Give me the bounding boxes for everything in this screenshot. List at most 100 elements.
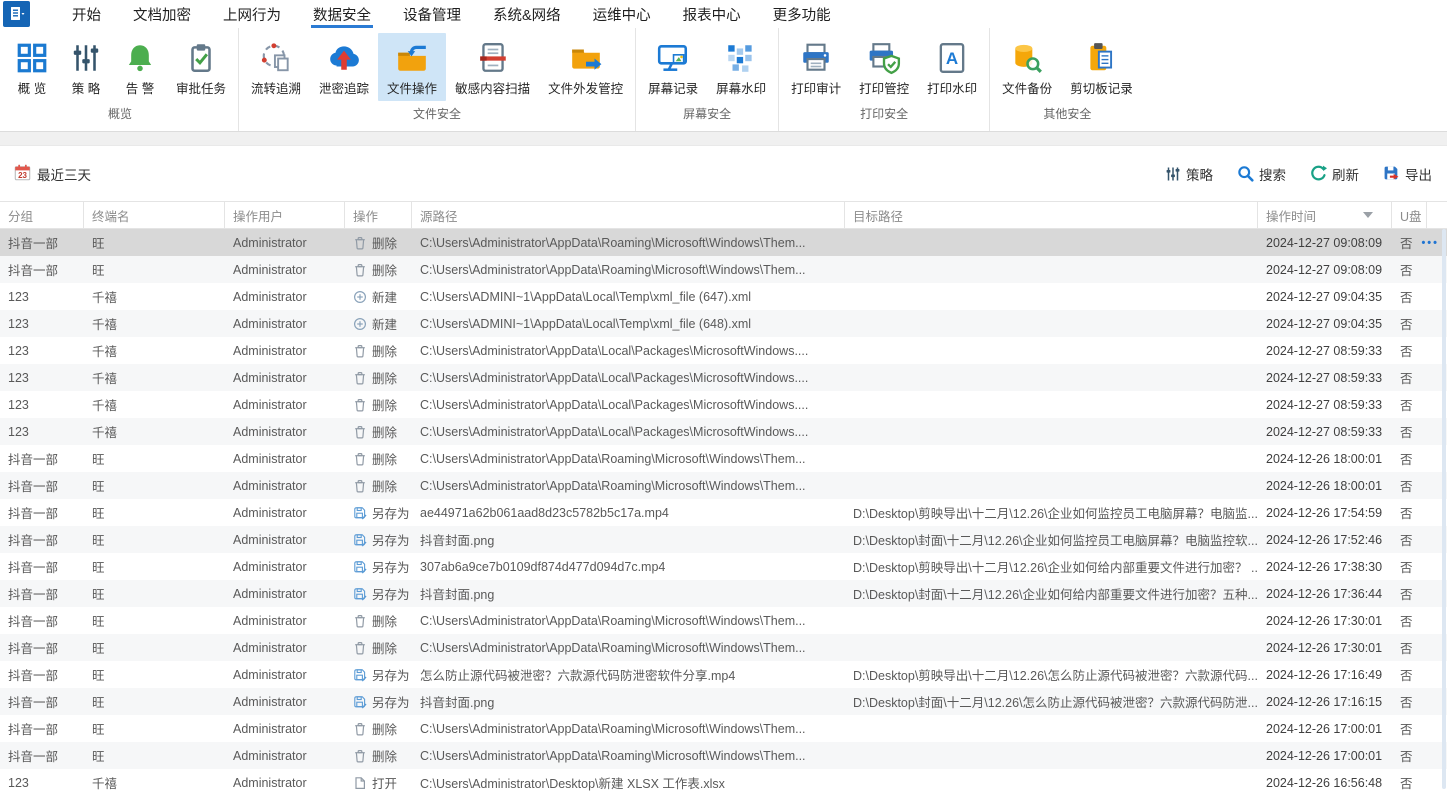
table-row[interactable]: 123千禧Administrator删除C:\Users\Administrat…: [0, 418, 1447, 445]
column-header-label: 终端名: [92, 206, 130, 225]
column-header-time[interactable]: 操作时间: [1258, 202, 1392, 228]
trash-icon: [353, 749, 367, 763]
column-header-group[interactable]: 分组: [0, 202, 84, 228]
menu-tab-9[interactable]: 更多功能: [757, 0, 847, 28]
operation-label: 另存为: [372, 503, 410, 522]
cell-src: C:\Users\ADMINI~1\AppData\Local\Temp\xml…: [412, 290, 845, 304]
table-row[interactable]: 抖音一部旺Administrator删除C:\Users\Administrat…: [0, 445, 1447, 472]
cell-group: 抖音一部: [0, 719, 84, 738]
cell-group: 123: [0, 344, 84, 358]
cell-group: 抖音一部: [0, 449, 84, 468]
refresh-action-button[interactable]: 刷新: [1310, 164, 1359, 184]
cell-user: Administrator: [225, 560, 345, 574]
cell-terminal: 旺: [84, 719, 225, 738]
ribbon-button-file-outgoing[interactable]: 文件外发管控: [539, 33, 632, 101]
ribbon-button-policy-sliders[interactable]: 策 略: [59, 33, 113, 101]
sort-desc-caret-icon: [1363, 212, 1373, 218]
cell-usb: 否: [1392, 611, 1427, 630]
column-header-dst[interactable]: 目标路径: [845, 202, 1258, 228]
ribbon-group-label: 文件安全: [242, 102, 632, 131]
table-row[interactable]: 抖音一部旺Administrator另存为怎么防止源代码被泄密？六款源代码防泄密…: [0, 661, 1447, 688]
table-row[interactable]: 抖音一部旺Administrator删除C:\Users\Administrat…: [0, 472, 1447, 499]
menu-tab-5[interactable]: 设备管理: [387, 0, 477, 28]
ribbon-button-print-audit[interactable]: 打印审计: [782, 33, 850, 101]
print-control-icon: [867, 40, 901, 76]
app-logo-icon[interactable]: [3, 1, 30, 27]
vertical-scrollbar[interactable]: [1442, 229, 1446, 789]
ribbon-button-clipboard-record[interactable]: 剪切板记录: [1061, 33, 1142, 101]
cell-terminal: 旺: [84, 611, 225, 630]
menu-tab-3[interactable]: 上网行为: [207, 0, 297, 28]
ribbon-button-overview-grid[interactable]: 概 览: [5, 33, 59, 101]
ribbon-group-buttons: 屏幕记录屏幕水印: [639, 28, 775, 102]
ribbon-button-leak-cloud[interactable]: 泄密追踪: [310, 33, 378, 101]
menu-tab-1[interactable]: 开始: [56, 0, 117, 28]
print-watermark-icon: A: [935, 40, 969, 76]
table-row[interactable]: 123千禧Administrator删除C:\Users\Administrat…: [0, 391, 1447, 418]
table-row[interactable]: 抖音一部旺Administrator另存为抖音封面.pngD:\Desktop\…: [0, 580, 1447, 607]
cell-terminal: 千禧: [84, 314, 225, 333]
cell-group: 123: [0, 776, 84, 790]
menu-tab-2[interactable]: 文档加密: [117, 0, 207, 28]
menu-tab-6[interactable]: 系统&网络: [477, 0, 577, 28]
column-header-op[interactable]: 操作: [345, 202, 412, 228]
column-header-label: 操作用户: [233, 206, 283, 225]
ribbon-button-content-scan[interactable]: 敏感内容扫描: [446, 33, 539, 101]
operation-label: 删除: [372, 638, 397, 657]
table-row[interactable]: 抖音一部旺Administrator另存为抖音封面.pngD:\Desktop\…: [0, 688, 1447, 715]
column-header-src[interactable]: 源路径: [412, 202, 845, 228]
table-row[interactable]: 抖音一部旺Administrator删除C:\Users\Administrat…: [0, 256, 1447, 283]
ribbon-button-file-backup[interactable]: 文件备份: [993, 33, 1061, 101]
table-row[interactable]: 123千禧Administrator打开C:\Users\Administrat…: [0, 769, 1447, 793]
cell-terminal: 千禧: [84, 341, 225, 360]
cell-src: 抖音封面.png: [412, 692, 845, 711]
ribbon-button-screen-watermark[interactable]: 屏幕水印: [707, 33, 775, 101]
menu-tab-7[interactable]: 运维中心: [577, 0, 667, 28]
table-row[interactable]: 123千禧Administrator新建C:\Users\ADMINI~1\Ap…: [0, 310, 1447, 337]
table-row[interactable]: 抖音一部旺Administrator删除C:\Users\Administrat…: [0, 229, 1447, 256]
ribbon-content-divider: [0, 132, 1447, 146]
table-row[interactable]: 123千禧Administrator新建C:\Users\ADMINI~1\Ap…: [0, 283, 1447, 310]
operation-label: 删除: [372, 395, 397, 414]
ribbon-button-approval-clipboard[interactable]: 审批任务: [167, 33, 235, 101]
export-action-button[interactable]: 导出: [1383, 164, 1432, 184]
cell-group: 123: [0, 290, 84, 304]
operation-label: 删除: [372, 476, 397, 495]
cell-usb: 否: [1392, 368, 1427, 387]
ribbon-button-print-control[interactable]: 打印管控: [850, 33, 918, 101]
table-row[interactable]: 抖音一部旺Administrator另存为抖音封面.pngD:\Desktop\…: [0, 526, 1447, 553]
column-header-terminal[interactable]: 终端名: [84, 202, 225, 228]
table-row[interactable]: 抖音一部旺Administrator另存为307ab6a9ce7b0109df8…: [0, 553, 1447, 580]
date-range-filter[interactable]: 23 最近三天: [14, 164, 91, 184]
column-header-usb[interactable]: U盘: [1392, 202, 1427, 228]
table-row[interactable]: 抖音一部旺Administrator删除C:\Users\Administrat…: [0, 742, 1447, 769]
column-header-user[interactable]: 操作用户: [225, 202, 345, 228]
table-row[interactable]: 抖音一部旺Administrator删除C:\Users\Administrat…: [0, 607, 1447, 634]
cell-group: 抖音一部: [0, 503, 84, 522]
ribbon-button-print-watermark[interactable]: A打印水印: [918, 33, 986, 101]
operation-label: 删除: [372, 719, 397, 738]
save-as-icon: [353, 668, 367, 682]
cell-user: Administrator: [225, 425, 345, 439]
row-more-actions-button[interactable]: •••: [1421, 229, 1439, 256]
operation-label: 另存为: [372, 692, 410, 711]
operation-label: 另存为: [372, 665, 410, 684]
table-row[interactable]: 抖音一部旺Administrator删除C:\Users\Administrat…: [0, 715, 1447, 742]
cell-time: 2024-12-26 17:00:01: [1258, 749, 1392, 763]
ribbon-button-file-ops-folder[interactable]: 文件操作: [378, 33, 446, 101]
ribbon-button-alert-bell[interactable]: 告 警: [113, 33, 167, 101]
trash-icon: [353, 236, 367, 250]
ribbon-button-trace-cycle[interactable]: 流转追溯: [242, 33, 310, 101]
table-row[interactable]: 123千禧Administrator删除C:\Users\Administrat…: [0, 364, 1447, 391]
ribbon-button-screen-record[interactable]: 屏幕记录: [639, 33, 707, 101]
table-row[interactable]: 123千禧Administrator删除C:\Users\Administrat…: [0, 337, 1447, 364]
operation-label: 删除: [372, 611, 397, 630]
operation-label: 删除: [372, 260, 397, 279]
table-row[interactable]: 抖音一部旺Administrator删除C:\Users\Administrat…: [0, 634, 1447, 661]
menu-tab-4[interactable]: 数据安全: [297, 0, 387, 28]
search-action-button[interactable]: 搜索: [1237, 164, 1286, 184]
menu-tab-8[interactable]: 报表中心: [667, 0, 757, 28]
policy-sliders-action-button[interactable]: 策略: [1165, 164, 1213, 184]
table-row[interactable]: 抖音一部旺Administrator另存为ae44971a62b061aad8d…: [0, 499, 1447, 526]
ribbon-button-label: 策 略: [72, 83, 100, 96]
